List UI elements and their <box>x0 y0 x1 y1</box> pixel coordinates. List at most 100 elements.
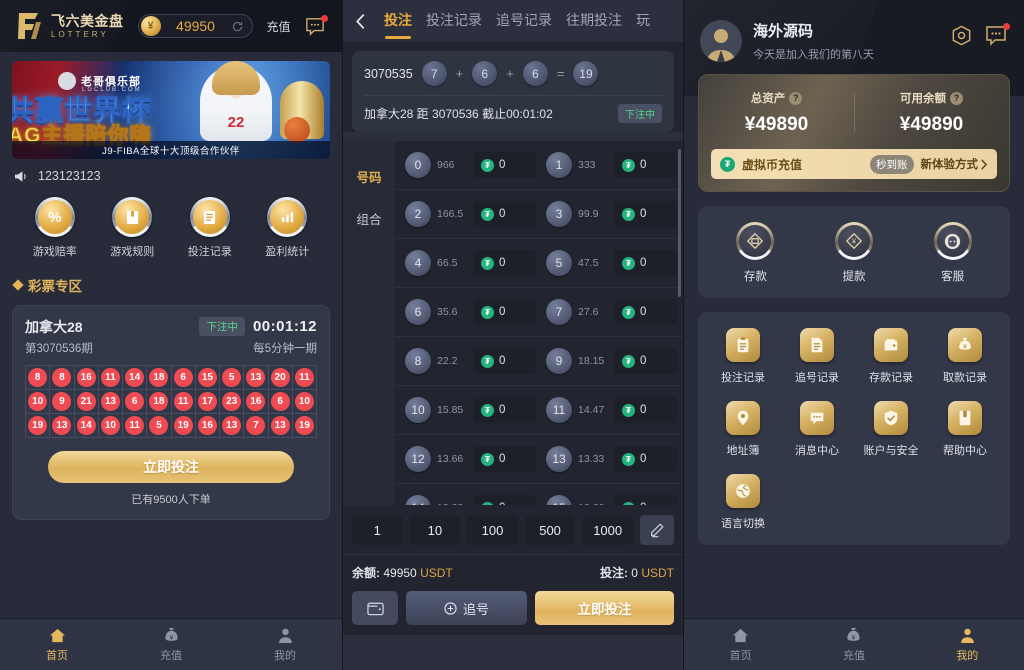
bet-option[interactable]: 4 66.5 ₮ 0 <box>395 250 536 276</box>
chip-500[interactable]: 500 <box>524 515 576 545</box>
tabbar-item-home[interactable]: 首页 <box>0 627 114 663</box>
bet-option[interactable]: 6 35.6 ₮ 0 <box>395 299 536 325</box>
bet-rows[interactable]: 0 966 ₮ 0 1 333 ₮ 0 2 166.5 ₮ 0 3 99.9 ₮ 0 4 66.5 ₮ 0 5 47.5 ₮… <box>395 141 683 505</box>
bet-amount-input[interactable]: ₮0 <box>473 446 536 472</box>
message-icon[interactable] <box>984 23 1010 46</box>
bet-amount-input[interactable]: ₮0 <box>614 299 677 325</box>
tab-chase-history[interactable]: 追号记录 <box>496 10 552 33</box>
bet-option[interactable]: 0 966 ₮ 0 <box>395 152 536 178</box>
quick-action-profit-stats[interactable]: 盈利统计 <box>249 197 327 259</box>
bet-amount-input[interactable]: ₮0 <box>473 201 536 227</box>
chip-1000[interactable]: 1000 <box>582 515 633 545</box>
crypto-recharge-banner[interactable]: ₮ 虚拟币充值 秒到账 新体验方式 <box>711 149 997 179</box>
bet-option[interactable]: 7 27.6 ₮ 0 <box>536 299 677 325</box>
bet-option[interactable]: 1 333 ₮ 0 <box>536 152 677 178</box>
bet-amount-input[interactable]: ₮0 <box>614 446 677 472</box>
history-ball-cell: 13 <box>50 414 75 438</box>
shortcut-money-bag[interactable]: ¥ 取款记录 <box>928 328 1002 385</box>
quick-action-bet-history[interactable]: 投注记录 <box>171 197 249 259</box>
place-bet-button[interactable]: 立即投注 <box>534 591 674 625</box>
total-asset-label-group: 总资产 ? <box>751 90 803 106</box>
bet-option[interactable]: 13 13.33 ₮ 0 <box>536 446 677 472</box>
draw-sum: 19 <box>573 61 599 86</box>
shortcut-support[interactable]: 客服 <box>903 222 1002 284</box>
notice-bar[interactable]: 123123123 <box>0 159 342 187</box>
bet-option[interactable]: 9 18.15 ₮ 0 <box>536 348 677 374</box>
bet-option[interactable]: 2 166.5 ₮ 0 <box>395 201 536 227</box>
bet-amount-input[interactable]: ₮0 <box>614 397 677 423</box>
bet-amount-input[interactable]: ₮0 <box>473 250 536 276</box>
help-icon[interactable]: ? <box>789 91 803 105</box>
bet-option[interactable]: 8 22.2 ₮ 0 <box>395 348 536 374</box>
bet-amount-input[interactable]: ₮0 <box>614 495 677 505</box>
category-number[interactable]: 号码 <box>343 155 395 197</box>
shortcut-shield[interactable]: 账户与安全 <box>854 401 928 458</box>
chip-100[interactable]: 100 <box>467 515 518 545</box>
chevron-left-icon[interactable] <box>351 13 370 30</box>
tab-bet[interactable]: 投注 <box>384 10 412 33</box>
bet-option[interactable]: 1513.66₮0 <box>536 495 677 505</box>
tabbar-item-mine[interactable]: 我的 <box>228 627 342 663</box>
tabbar-item-home[interactable]: 首页 <box>684 627 797 663</box>
shortcuts-primary-grid: 存款 ¥ 提款 客服 <box>706 222 1002 284</box>
bet-amount-input[interactable]: ₮0 <box>473 495 536 505</box>
quick-action-odds[interactable]: % 游戏赔率 <box>16 197 94 259</box>
tab-play-rules[interactable]: 玩 <box>636 10 650 33</box>
scan-icon[interactable] <box>950 24 973 47</box>
shortcut-withdraw[interactable]: ¥ 提款 <box>805 222 904 284</box>
bet-amount-input[interactable]: ₮0 <box>473 152 536 178</box>
tabbar-label: 充值 <box>160 649 182 662</box>
bet-amount-input[interactable]: ₮0 <box>473 299 536 325</box>
bet-amount-value: 0 <box>499 502 505 505</box>
shortcut-wallet[interactable]: 存款记录 <box>854 328 928 385</box>
bet-odds: 966 <box>437 159 455 171</box>
balance-pill[interactable]: ¥ 49950 <box>137 14 253 38</box>
bet-amount-input[interactable]: ₮0 <box>614 152 677 178</box>
topup-link[interactable]: 充值 <box>267 18 291 35</box>
avatar[interactable] <box>700 20 742 62</box>
bet-row: 0 966 ₮ 0 1 333 ₮ 0 <box>395 141 683 190</box>
brand-logo[interactable]: 飞六美金盘 LOTTERY <box>14 10 124 42</box>
bet-option[interactable]: 10 15.85 ₮ 0 <box>395 397 536 423</box>
message-icon[interactable] <box>304 14 328 36</box>
bet-amount-input[interactable]: ₮0 <box>614 250 677 276</box>
bet-amount-input[interactable]: ₮0 <box>614 348 677 374</box>
shortcut-globe[interactable]: 语言切换 <box>706 474 780 531</box>
bet-odds: 13.66 <box>578 502 608 505</box>
tab-past-bets[interactable]: 往期投注 <box>566 10 622 33</box>
chip-1[interactable]: 1 <box>352 515 403 545</box>
pencil-icon[interactable] <box>639 515 674 545</box>
help-icon[interactable]: ? <box>950 91 963 105</box>
chip-10[interactable]: 10 <box>409 515 461 545</box>
bet-amount-input[interactable]: ₮0 <box>473 348 536 374</box>
bet-option[interactable]: 5 47.5 ₮ 0 <box>536 250 677 276</box>
history-ball-cell: 13 <box>220 414 245 438</box>
promo-banner[interactable]: 老哥俱乐部 LGCLUB.COM 共赢世界杯 AG主播陪你嗨 J9-FIBA全球… <box>12 61 330 159</box>
bet-amount-input[interactable]: ₮0 <box>473 397 536 423</box>
chase-button[interactable]: 追号 <box>406 591 527 625</box>
bet-option[interactable]: 11 14.47 ₮ 0 <box>536 397 677 423</box>
shortcut-message[interactable]: 消息中心 <box>780 401 854 458</box>
refresh-icon[interactable] <box>231 20 244 33</box>
quick-action-rules[interactable]: 游戏规则 <box>94 197 172 259</box>
shortcut-book[interactable]: 帮助中心 <box>928 401 1002 458</box>
bet-amount-input[interactable]: ₮0 <box>614 201 677 227</box>
bet-option[interactable]: 3 99.9 ₮ 0 <box>536 201 677 227</box>
bet-row: 2 166.5 ₮ 0 3 99.9 ₮ 0 <box>395 190 683 239</box>
new-experience-link[interactable]: 新体验方式 <box>921 156 989 172</box>
bet-option[interactable]: 1413.33₮0 <box>395 495 536 505</box>
tabbar-item-mine[interactable]: 我的 <box>911 627 1024 663</box>
bet-now-button[interactable]: 立即投注 <box>48 451 294 483</box>
tabbar-item-recharge[interactable]: ¥ 充值 <box>114 627 228 663</box>
shortcut-clipboard[interactable]: 投注记录 <box>706 328 780 385</box>
tabbar-item-recharge[interactable]: ¥ 充值 <box>797 627 910 663</box>
lottery-card[interactable]: 加拿大28 第3070536期 下注中 00:01:12 每5分钟一期 8 8 16… <box>12 305 330 520</box>
shortcut-location-pin[interactable]: 地址簿 <box>706 401 780 458</box>
wallet-icon[interactable] <box>352 591 398 625</box>
shortcut-document[interactable]: 追号记录 <box>780 328 854 385</box>
tab-bet-history[interactable]: 投注记录 <box>426 10 482 33</box>
shortcut-deposit[interactable]: 存款 <box>706 222 805 284</box>
scrollbar-thumb[interactable] <box>678 149 681 297</box>
category-combo[interactable]: 组合 <box>343 197 395 239</box>
bet-option[interactable]: 12 13.66 ₮ 0 <box>395 446 536 472</box>
